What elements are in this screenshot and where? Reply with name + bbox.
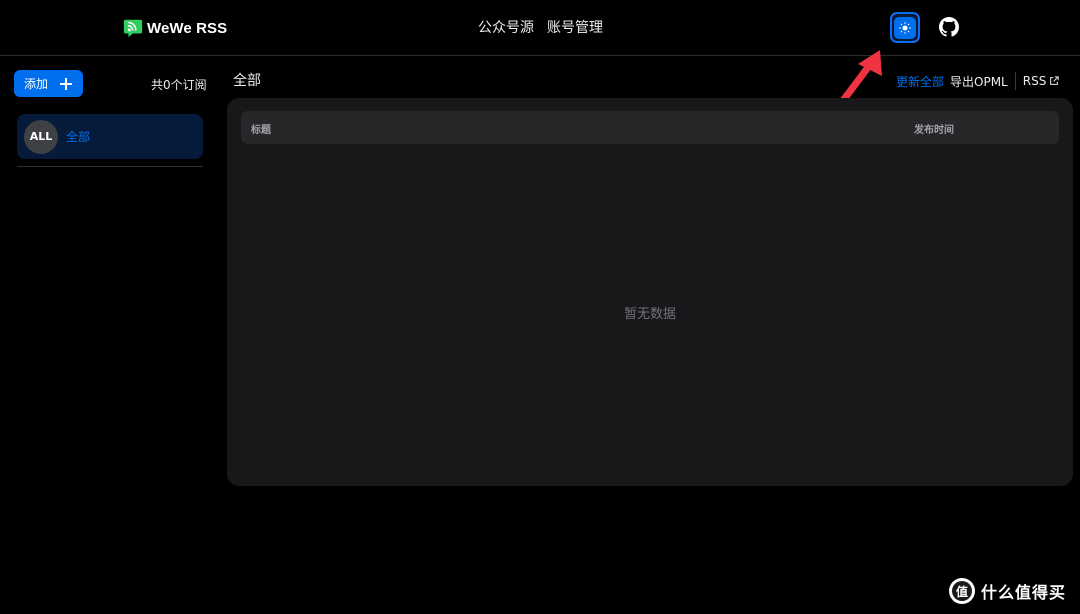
empty-state-text: 暂无数据: [623, 307, 676, 322]
watermark-badge: 值: [952, 581, 972, 601]
watermark-text: 什么值得买: [981, 583, 1067, 602]
table-header: 标题 发布时间: [241, 111, 1059, 144]
toolbar-divider: [1014, 72, 1016, 90]
github-icon[interactable]: [939, 17, 959, 37]
add-feed-button[interactable]: 添加: [14, 70, 83, 97]
plus-icon: [60, 77, 73, 90]
external-link-icon: [1050, 76, 1059, 85]
column-header-publish-time[interactable]: 发布时间: [914, 121, 954, 136]
app-page: WeWe RSS 公众号源 账号管理 添加 共0个订阅 ALL 全部 全部 更新…: [0, 0, 1080, 614]
rss-chat-logo-icon: [123, 19, 143, 38]
column-header-title[interactable]: 标题: [251, 121, 271, 136]
page-title: 全部: [233, 73, 261, 89]
sidebar-divider: [17, 166, 203, 167]
toolbar-actions: 更新全部 导出OPML RSS: [896, 72, 1059, 90]
nav-link-accounts[interactable]: 账号管理: [547, 18, 603, 38]
main-nav: 公众号源 账号管理: [478, 18, 603, 38]
watermark: 值 什么值得买: [949, 577, 1066, 605]
brand-name: WeWe RSS: [147, 19, 228, 37]
watermark-logo-icon: 值: [949, 578, 975, 604]
theme-toggle-button[interactable]: [890, 12, 920, 43]
sidebar-item-label: 全部: [66, 130, 91, 144]
add-feed-label: 添加: [24, 77, 49, 91]
brand[interactable]: WeWe RSS: [122, 16, 227, 40]
subscription-count: 共0个订阅: [151, 78, 207, 92]
sidebar-item-all[interactable]: ALL 全部: [17, 114, 203, 159]
nav-link-feeds[interactable]: 公众号源: [478, 18, 534, 38]
top-navbar: WeWe RSS 公众号源 账号管理: [0, 0, 1080, 56]
rss-link-label: RSS: [1022, 74, 1047, 88]
update-all-link[interactable]: 更新全部: [896, 73, 944, 90]
rss-link[interactable]: RSS: [1023, 74, 1060, 88]
articles-table: 标题 发布时间 暂无数据: [227, 98, 1073, 486]
export-opml-link[interactable]: 导出OPML: [950, 73, 1008, 90]
avatar: ALL: [24, 119, 58, 154]
sun-icon: [899, 21, 911, 34]
theme-toggle-inner: [894, 16, 916, 39]
